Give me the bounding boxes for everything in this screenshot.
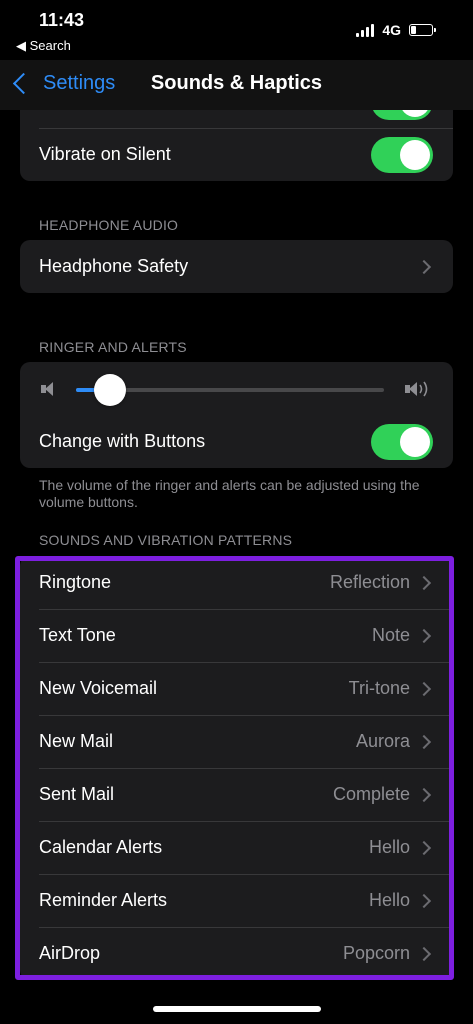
status-bar: 11:43 ◀ Search 4G xyxy=(0,0,473,60)
list-item[interactable]: Sent Mail Complete xyxy=(20,768,453,821)
back-to-app-link[interactable]: ◀ Search xyxy=(16,38,71,54)
ringer-alerts-header: RINGER AND ALERTS xyxy=(39,339,187,355)
item-value: Tri-tone xyxy=(348,678,410,698)
item-label: Ringtone xyxy=(39,572,112,592)
ringer-alerts-group: Change with Buttons xyxy=(20,362,453,468)
item-value: Popcorn xyxy=(342,943,410,963)
headphone-safety-label: Headphone Safety xyxy=(39,256,189,276)
headphone-audio-header: HEADPHONE AUDIO xyxy=(39,217,179,233)
chevron-right-icon xyxy=(416,734,432,749)
list-item[interactable]: AirDrop Popcorn xyxy=(20,927,453,980)
list-item[interactable]: Calendar Alerts Hello xyxy=(20,821,453,874)
page-title: Sounds & Haptics xyxy=(150,72,323,94)
chevron-right-icon xyxy=(416,840,432,855)
sounds-patterns-group: Ringtone Reflection Text Tone Note New V… xyxy=(20,556,453,980)
vibrate-on-silent-toggle[interactable] xyxy=(371,137,433,173)
item-value: Note xyxy=(371,625,410,645)
headphone-audio-group: Headphone Safety xyxy=(20,240,453,293)
chevron-right-icon xyxy=(416,893,432,908)
sound-waves-icon xyxy=(419,381,428,397)
home-indicator xyxy=(153,1006,321,1012)
item-label: Text Tone xyxy=(39,625,116,645)
item-label: AirDrop xyxy=(39,943,101,963)
item-label: Reminder Alerts xyxy=(39,890,168,910)
network-type: 4G xyxy=(382,22,401,38)
item-value: Hello xyxy=(368,890,410,910)
ringer-footer-note: The volume of the ringer and alerts can … xyxy=(39,477,420,510)
headphone-safety-row[interactable]: Headphone Safety xyxy=(20,240,453,293)
item-value: Hello xyxy=(368,837,410,857)
battery-icon xyxy=(409,24,436,36)
change-with-buttons-label: Change with Buttons xyxy=(39,431,206,451)
change-with-buttons-row: Change with Buttons xyxy=(20,415,453,468)
list-item[interactable]: New Voicemail Tri-tone xyxy=(20,662,453,715)
chevron-right-icon xyxy=(416,575,432,590)
vibrate-on-silent-row: Vibrate on Silent xyxy=(20,128,453,181)
item-label: New Mail xyxy=(39,731,114,751)
ringer-volume-row xyxy=(20,362,453,415)
list-item[interactable]: Reminder Alerts Hello xyxy=(20,874,453,927)
chevron-right-icon xyxy=(416,946,432,961)
list-item[interactable]: Text Tone Note xyxy=(20,609,453,662)
item-value: Aurora xyxy=(355,731,410,751)
status-indicators: 4G xyxy=(356,22,436,38)
ringer-volume-thumb[interactable] xyxy=(93,374,126,406)
sounds-patterns-header: SOUNDS AND VIBRATION PATTERNS xyxy=(39,532,293,548)
cellular-signal-icon xyxy=(356,23,375,37)
item-label: Calendar Alerts xyxy=(39,837,163,857)
status-time: 11:43 xyxy=(39,10,85,30)
change-with-buttons-toggle[interactable] xyxy=(371,424,433,460)
item-value: Reflection xyxy=(329,572,410,592)
list-item[interactable]: Ringtone Reflection xyxy=(20,556,453,609)
ringer-volume-slider[interactable] xyxy=(76,374,384,406)
chevron-right-icon xyxy=(416,628,432,643)
chevron-right-icon xyxy=(416,681,432,696)
item-label: New Voicemail xyxy=(39,678,158,698)
item-label: Sent Mail xyxy=(39,784,115,804)
list-item[interactable]: New Mail Aurora xyxy=(20,715,453,768)
navigation-bar: Settings Sounds & Haptics xyxy=(0,60,473,110)
item-value: Complete xyxy=(332,784,410,804)
chevron-right-icon xyxy=(416,787,432,802)
chevron-right-icon xyxy=(416,259,432,274)
vibrate-on-silent-label: Vibrate on Silent xyxy=(39,144,171,164)
